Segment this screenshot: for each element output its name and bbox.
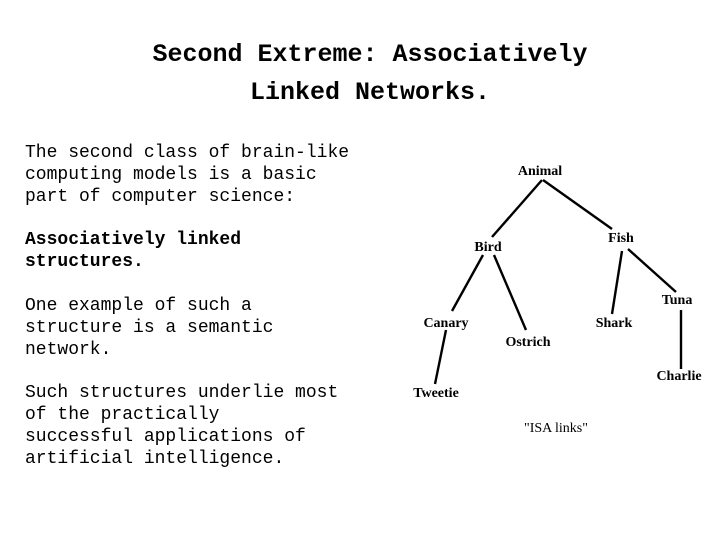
node-tweetie: Tweetie <box>413 386 459 401</box>
node-charlie: Charlie <box>656 369 701 384</box>
edge-animal-fish <box>542 179 613 230</box>
node-tuna: Tuna <box>662 293 693 308</box>
node-animal: Animal <box>518 164 562 179</box>
diagram-caption: "ISA links" <box>524 421 588 436</box>
node-bird: Bird <box>474 240 501 255</box>
edge-bird-ostrich <box>492 254 528 331</box>
node-ostrich: Ostrich <box>505 335 550 350</box>
edge-fish-shark <box>610 250 624 315</box>
semantic-network-diagram: Animal Bird Fish Canary Ostrich Shark Tu… <box>413 164 701 436</box>
node-shark: Shark <box>596 316 633 331</box>
edge-canary-tweetie <box>433 329 448 385</box>
edge-animal-bird <box>491 179 543 238</box>
edge-bird-canary <box>450 254 485 312</box>
node-fish: Fish <box>608 231 634 246</box>
edge-fish-tuna <box>627 248 677 293</box>
node-canary: Canary <box>423 316 468 331</box>
